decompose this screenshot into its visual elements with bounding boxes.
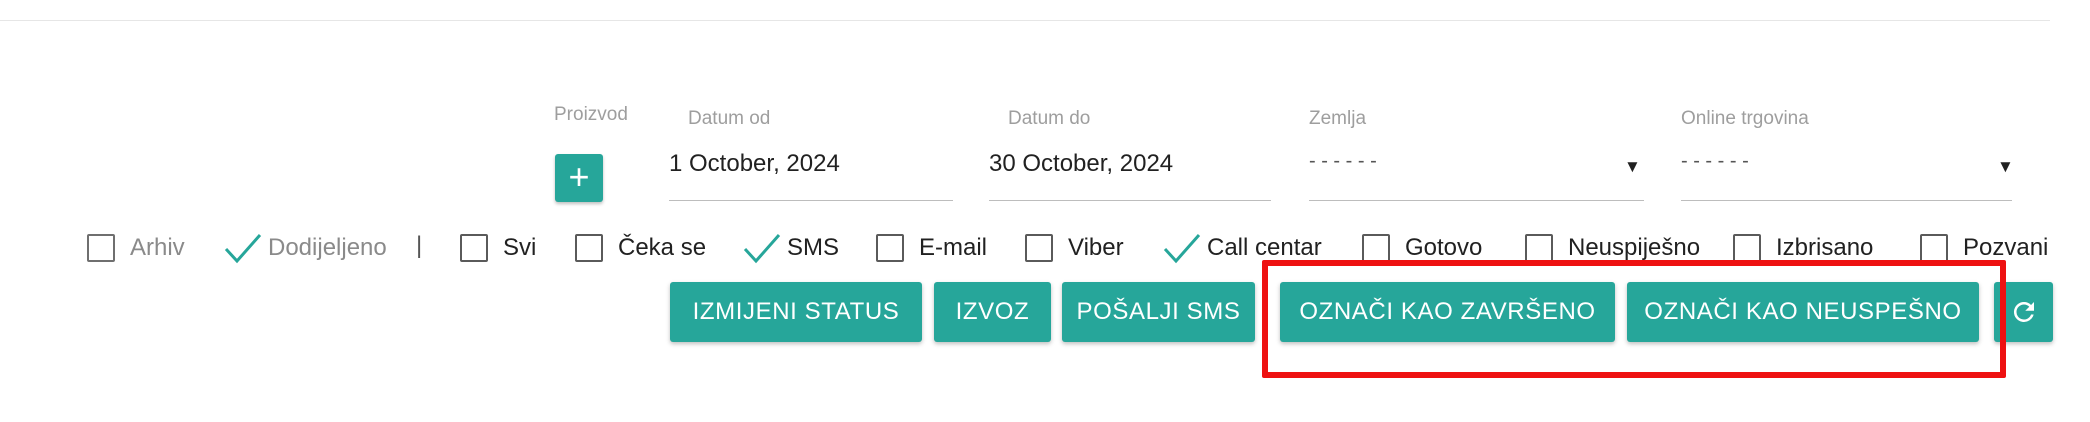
date-to-label: Datum do: [1008, 108, 1091, 129]
checkbox-box: [460, 234, 488, 262]
checkbox-label: Dodijeljeno: [268, 234, 387, 261]
checkbox-box: [1733, 234, 1761, 262]
checkbox-label: Neuspiješno: [1568, 234, 1701, 261]
checkbox-label: SMS: [787, 234, 840, 261]
checkbox-label: Izbrisano: [1776, 234, 1874, 261]
checkbox-box: [1025, 234, 1053, 262]
checkbox-label: Gotovo: [1405, 234, 1483, 261]
date-to-input[interactable]: 30 October, 2024: [989, 150, 1173, 178]
checkmark-icon: [1163, 234, 1201, 264]
checkbox-label: Pozvani: [1963, 234, 2049, 261]
checkbox-label: Čeka se: [618, 234, 707, 261]
checkbox-ceka-se[interactable]: Čeka se: [575, 231, 706, 265]
online-store-label: Online trgovina: [1681, 108, 1809, 129]
checkmark-icon: [224, 234, 262, 264]
checkbox-box: [876, 234, 904, 262]
date-to-underline: [989, 200, 1271, 201]
checkbox-dodijeljeno[interactable]: Dodijeljeno: [223, 231, 387, 265]
checkbox-box: [575, 234, 603, 262]
add-product-button[interactable]: +: [555, 154, 603, 202]
checkbox-viber[interactable]: Viber: [1025, 231, 1124, 265]
country-select-value: - - - - - -: [1309, 150, 1377, 172]
top-divider: [0, 20, 2050, 21]
online-store-underline: [1681, 200, 2012, 201]
country-underline: [1309, 200, 1644, 201]
separator: |: [416, 232, 423, 259]
checkbox-sms[interactable]: SMS: [742, 231, 839, 265]
checkbox-email[interactable]: E-mail: [876, 231, 987, 265]
checkbox-label: Call centar: [1207, 234, 1322, 261]
checkbox-label: E-mail: [919, 234, 988, 261]
checkbox-box: [1920, 234, 1948, 262]
change-status-button[interactable]: IZMIJENI STATUS: [670, 282, 922, 342]
checkmark-icon: [743, 234, 781, 264]
checkbox-box: [1362, 234, 1390, 262]
highlight-annotation: [1262, 260, 2006, 378]
checkbox-label: Svi: [503, 234, 537, 261]
date-from-label: Datum od: [688, 108, 771, 129]
checkbox-arhiv[interactable]: Arhiv: [87, 231, 185, 265]
country-label: Zemlja: [1309, 108, 1367, 129]
plus-icon: +: [568, 156, 590, 197]
refresh-icon: [2013, 301, 2034, 322]
checkbox-svi[interactable]: Svi: [460, 231, 536, 265]
checkbox-label: Viber: [1068, 234, 1124, 261]
checkbox-box: [1525, 234, 1553, 262]
online-store-select-value: - - - - - -: [1681, 150, 1749, 172]
date-from-underline: [669, 200, 953, 201]
checkbox-label: Arhiv: [130, 234, 185, 261]
checkbox-box: [87, 234, 115, 262]
date-from-input[interactable]: 1 October, 2024: [669, 150, 840, 178]
chevron-down-icon: ▼: [1624, 157, 1641, 176]
export-button[interactable]: IZVOZ: [934, 282, 1051, 342]
chevron-down-icon: ▼: [1997, 157, 2014, 176]
send-sms-button[interactable]: POŠALJI SMS: [1062, 282, 1255, 342]
product-label: Proizvod: [554, 104, 628, 125]
